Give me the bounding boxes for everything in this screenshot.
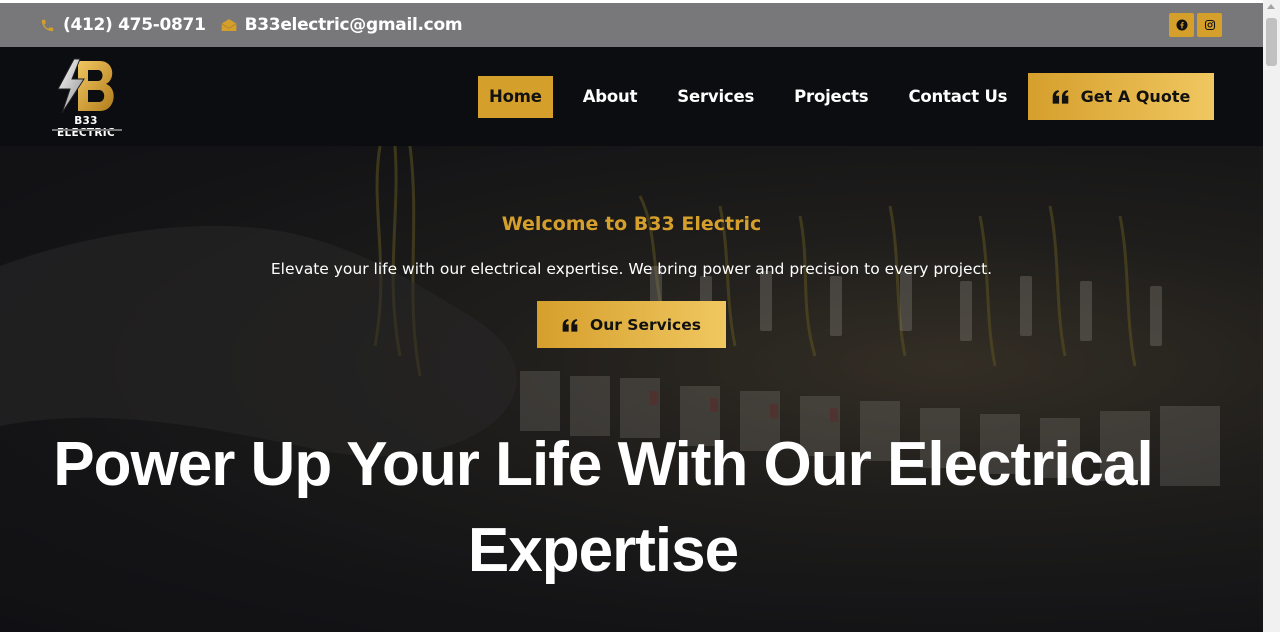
hero-welcome-text: Welcome to B33 Electric xyxy=(501,213,762,235)
main-navbar: B33 ELECTRIC Home About Services Project… xyxy=(0,47,1263,146)
email-address: B33electric@gmail.com xyxy=(244,15,463,35)
hero-tagline: Elevate your life with our electrical ex… xyxy=(270,260,993,278)
top-contact-bar: (412) 475-0871 B33electric@gmail.com xyxy=(0,3,1263,47)
nav-services[interactable]: Services xyxy=(666,76,765,118)
instagram-icon xyxy=(1204,19,1215,31)
logo-wordmark: B33 ELECTRIC xyxy=(56,115,115,139)
phone-icon xyxy=(41,19,54,31)
nav-home[interactable]: Home xyxy=(478,76,553,118)
page-scrollbar[interactable] xyxy=(1263,0,1280,632)
hero-headline-line-2: Expertise xyxy=(467,516,739,585)
primary-nav: Home About Services Projects Contact Us xyxy=(478,76,1018,118)
hero-headline: Power Up Your Life With Our Electrical E… xyxy=(0,422,1206,594)
instagram-button[interactable] xyxy=(1197,13,1222,37)
logo-tagline-bar xyxy=(52,129,122,131)
facebook-button[interactable] xyxy=(1169,13,1194,37)
b33-logo-mark xyxy=(57,58,114,114)
scrollbar-thumb[interactable] xyxy=(1266,18,1277,66)
site-logo[interactable]: B33 ELECTRIC xyxy=(44,57,128,139)
quote-icon xyxy=(1052,90,1068,104)
facebook-icon xyxy=(1176,19,1187,31)
hero-headline-line-1: Power Up Your Life With Our Electrical xyxy=(53,430,1153,499)
envelope-icon xyxy=(221,19,237,31)
our-services-button[interactable]: Our Services xyxy=(537,301,726,348)
hero-section: Welcome to B33 Electric Elevate your lif… xyxy=(0,146,1263,632)
quote-icon xyxy=(562,318,578,332)
scroll-up-arrow-icon[interactable] xyxy=(1267,4,1275,9)
our-services-label: Our Services xyxy=(590,315,701,334)
nav-contact-us[interactable]: Contact Us xyxy=(897,76,1018,118)
get-a-quote-button[interactable]: Get A Quote xyxy=(1028,73,1214,120)
contact-info: (412) 475-0871 B33electric@gmail.com xyxy=(40,15,477,35)
phone-number: (412) 475-0871 xyxy=(63,15,206,35)
nav-projects[interactable]: Projects xyxy=(783,76,879,118)
nav-about[interactable]: About xyxy=(572,76,649,118)
email-link[interactable]: B33electric@gmail.com xyxy=(221,15,463,35)
phone-link[interactable]: (412) 475-0871 xyxy=(40,15,206,35)
get-a-quote-label: Get A Quote xyxy=(1080,87,1191,106)
